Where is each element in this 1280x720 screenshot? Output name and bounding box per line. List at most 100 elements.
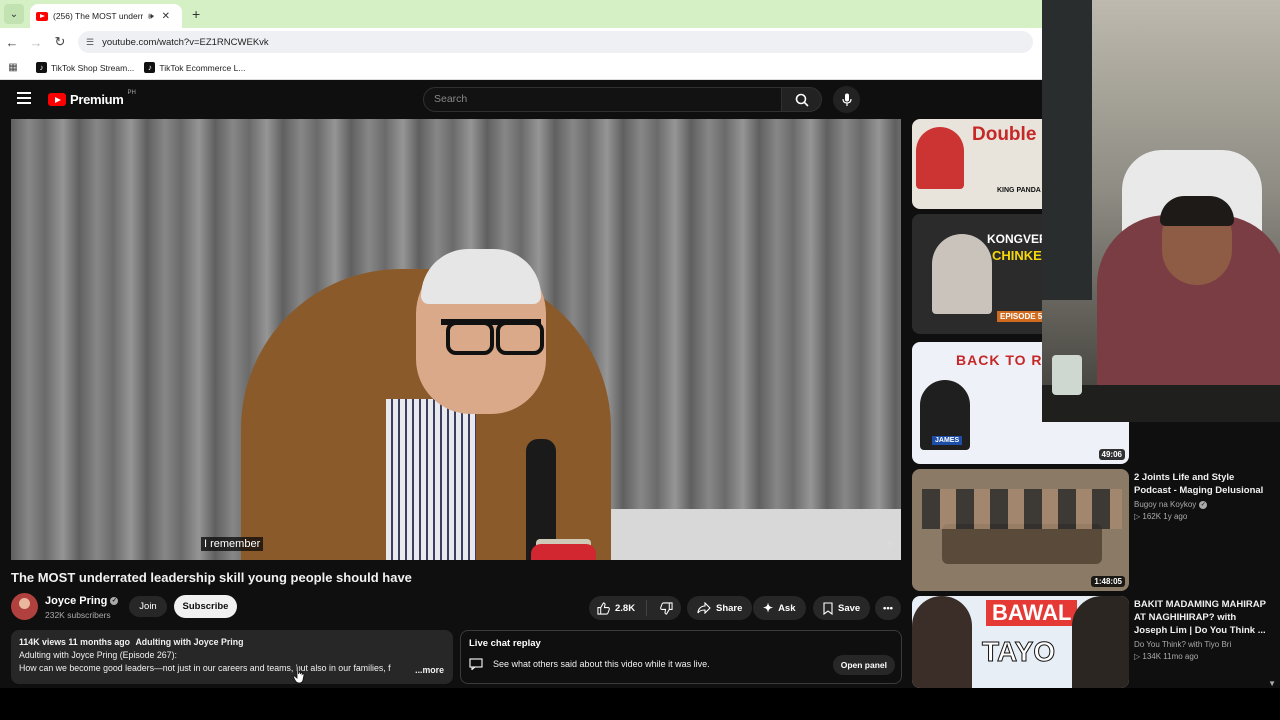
description-tag[interactable]: Adulting with Joyce Pring (135, 637, 243, 647)
sparkle-icon: ✦ (763, 601, 774, 615)
recommendation-info: 2 Joints Life and Style Podcast - Maging… (1134, 471, 1274, 521)
live-chat-title: Live chat replay (469, 638, 541, 649)
new-tab-icon[interactable]: + (192, 6, 200, 22)
more-horizontal-icon: ••• (883, 602, 893, 614)
bookmark-icon (823, 601, 833, 615)
browser-tab[interactable]: (256) The MOST underrated 🕪 ✕ (30, 4, 182, 28)
recommendation-meta: ▷ 134K 11mo ago (1134, 652, 1199, 661)
ask-button[interactable]: ✦ Ask (753, 596, 806, 620)
youtube-premium-logo[interactable]: Premium PH (48, 89, 136, 107)
youtube-header: Premium PH Search (0, 80, 1042, 118)
thumb-text: BAWAL (986, 600, 1078, 626)
description-line: How can we become good leaders—not just … (19, 663, 391, 673)
recommendation-info: BAKIT MADAMING MAHIRAP AT NAGHIHIRAP? wi… (1134, 598, 1274, 661)
tiktok-icon: ♪ (36, 62, 47, 73)
site-info-icon[interactable]: ☰ (86, 37, 94, 48)
verified-icon: ✓ (1199, 500, 1208, 509)
url-text: youtube.com/watch?v=EZ1RNCWEKvk (102, 36, 269, 48)
youtube-logo-icon (48, 93, 66, 106)
share-label: Share (716, 602, 743, 614)
webcam-door (1042, 0, 1092, 300)
verified-icon: ✓ (110, 597, 119, 605)
channel-name[interactable]: Joyce Pring ✓ (45, 595, 119, 607)
hand-cursor-icon (293, 665, 305, 684)
video-watermark-icon: ❋ (887, 541, 893, 548)
bookmarks-bar: ▦ ♪ TikTok Shop Stream... ♪ TikTok Ecomm… (0, 56, 1042, 80)
channel-name-text: Joyce Pring (45, 595, 108, 607)
recommendation-item[interactable]: BAWAL TAYO BAKIT MADAMING MAHIRAP AT NAG… (912, 596, 1266, 688)
recommendation-channel[interactable]: Do You Think? with Tiyo Bri (1134, 640, 1274, 649)
more-actions-button[interactable]: ••• (875, 596, 901, 620)
voice-search-button[interactable] (833, 86, 860, 113)
video-speaker-glasses (441, 319, 544, 355)
recommendation-title[interactable]: AT NAGHIHIRAP? with (1134, 611, 1274, 624)
recommendation-meta: ▷ 162K 1y ago (1134, 512, 1188, 521)
url-field[interactable]: ☰ youtube.com/watch?v=EZ1RNCWEKvk (78, 31, 1033, 53)
views-date: 114K views 11 months ago (19, 637, 130, 647)
logo-region: PH (127, 89, 136, 96)
bottom-letterbox (0, 688, 1280, 720)
recommendation-thumbnail[interactable]: BAWAL TAYO (912, 596, 1129, 688)
search-button[interactable] (781, 87, 822, 112)
description-box[interactable]: 114K views 11 months ago Adulting with J… (11, 630, 453, 684)
speaker-icon[interactable]: 🕪 (148, 11, 154, 22)
thumb-person (912, 596, 972, 688)
thumb-people (922, 489, 1122, 529)
search-icon (795, 93, 809, 107)
channel-avatar[interactable] (11, 593, 38, 620)
show-more-link[interactable]: ...more (411, 665, 444, 675)
close-tab-icon[interactable]: ✕ (162, 11, 170, 22)
recommendation-title[interactable]: BAKIT MADAMING MAHIRAP (1134, 598, 1274, 611)
share-button[interactable]: Share (687, 596, 753, 620)
recommendation-title[interactable]: Joseph Lim | Do You Think ... (1134, 624, 1274, 637)
dislike-button[interactable] (652, 601, 681, 615)
thumb-subtext: TAYO (981, 636, 1056, 668)
subscribe-button[interactable]: Subscribe (174, 595, 237, 618)
apps-grid-icon[interactable]: ▦ (0, 62, 26, 73)
like-dislike-group: 2.8K (589, 596, 681, 620)
menu-icon[interactable] (17, 92, 31, 104)
webcam-overlay (1042, 0, 1280, 422)
microphone-icon (841, 93, 852, 106)
thumb-person (932, 234, 992, 314)
join-button[interactable]: Join (129, 596, 167, 617)
back-icon[interactable]: ← (0, 35, 24, 50)
search-input[interactable]: Search (423, 87, 782, 112)
forward-icon[interactable]: → (24, 35, 48, 50)
duration-badge: 49:06 (1098, 449, 1125, 460)
tab-title: (256) The MOST underrated (53, 11, 143, 21)
bookmark-label: TikTok Ecommerce L... (159, 62, 246, 73)
bookmark-label: TikTok Shop Stream... (51, 62, 135, 73)
recommendation-channel[interactable]: Bugoy na Koykoy ✓ (1134, 500, 1274, 509)
webcam-mug (1052, 355, 1082, 395)
bookmark-tiktok-ecommerce[interactable]: ♪ TikTok Ecommerce L... (144, 62, 245, 73)
live-chat-text: See what others said about this video wh… (493, 659, 710, 669)
reload-icon[interactable]: ↻ (48, 34, 72, 50)
save-button[interactable]: Save (813, 596, 871, 620)
thumb-text: BACK TO R (956, 352, 1043, 368)
open-panel-button[interactable]: Open panel (832, 655, 895, 675)
subscriber-count: 232K subscribers (45, 610, 111, 620)
video-player[interactable]: I remember ❋ (11, 119, 901, 560)
logo-text: Premium (70, 92, 124, 107)
tab-search-chevron-icon[interactable]: ⌄ (4, 4, 24, 24)
share-icon (697, 602, 711, 614)
like-count: 2.8K (615, 602, 636, 614)
live-chat-replay: Live chat replay See what others said ab… (460, 630, 902, 684)
browser-tab-bar: ⌄ (256) The MOST underrated 🕪 ✕ + (0, 0, 1042, 28)
thumb-table (942, 524, 1102, 564)
recommendation-item[interactable]: 1:48:05 2 Joints Life and Style Podcast … (912, 469, 1263, 591)
channel-label: Do You Think? with Tiyo Bri (1134, 640, 1232, 649)
thumb-subtext: KING PANDA (997, 187, 1041, 194)
like-button[interactable]: 2.8K (589, 600, 648, 616)
thumbs-down-icon (660, 601, 673, 615)
scroll-down-icon[interactable]: ▼ (1268, 679, 1276, 688)
bookmark-tiktok-shop[interactable]: ♪ TikTok Shop Stream... (36, 62, 134, 73)
recommendation-thumbnail[interactable]: 1:48:05 (912, 469, 1129, 591)
recommendation-title[interactable]: Podcast - Maging Delusional (1134, 484, 1274, 497)
description-line: Adulting with Joyce Pring (Episode 267): (19, 650, 177, 660)
webcam-person-hair (1160, 196, 1234, 226)
recommendation-title[interactable]: 2 Joints Life and Style (1134, 471, 1274, 484)
thumb-subtext: JAMES (932, 436, 963, 445)
ask-label: Ask (778, 602, 796, 614)
